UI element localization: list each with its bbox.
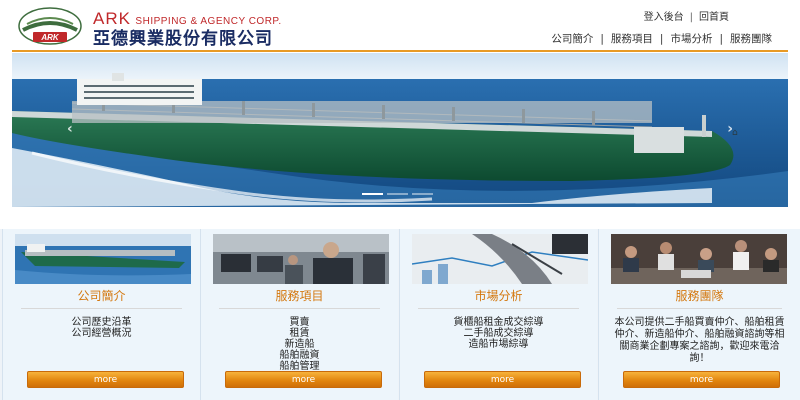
brand-name-zh: 亞德興業股份有限公司 (93, 29, 273, 49)
card-services: 服務項目 買賣 租賃 新造船 船舶融資 船舶管理 more (200, 229, 398, 400)
card-list: 公司歷史沿革 公司經營概況 (3, 317, 200, 339)
card-divider (617, 308, 782, 309)
slide-dots (362, 193, 433, 195)
more-button[interactable]: more (27, 371, 184, 388)
chevron-left-icon[interactable]: ‹ (67, 121, 73, 137)
company-logo: ARK (18, 7, 82, 45)
login-link[interactable]: 登入後台 (644, 12, 684, 23)
hero-banner: ⌂ ‹ › (12, 53, 788, 207)
nav-market[interactable]: 市場分析 (670, 33, 712, 45)
card-title: 市場分析 (474, 289, 523, 303)
card-title: 服務團隊 (675, 289, 724, 303)
chevron-right-icon[interactable]: › (727, 121, 733, 137)
card-list: 買賣 租賃 新造船 船舶融資 船舶管理 (201, 317, 398, 372)
slide-dot-2[interactable] (387, 193, 408, 195)
card-divider (21, 308, 182, 309)
more-button[interactable]: more (623, 371, 780, 388)
card-image-ship (15, 234, 191, 284)
card-divider (219, 308, 380, 309)
list-item[interactable]: 新造船 (201, 339, 398, 350)
top-links: 登入後台 | 回首頁 (643, 12, 729, 23)
main-nav: 公司簡介 | 服務項目 | 市場分析 | 服務團隊 (551, 33, 772, 45)
list-item[interactable]: 貨櫃船租金成交綜導 (400, 317, 597, 328)
card-divider (418, 308, 579, 309)
card-description: 本公司提供二手船買賣仲介、船舶租賃仲介、新造船仲介、船舶融資諮詢等相關商業企劃專… (614, 317, 785, 364)
feature-cards: 公司簡介 公司歷史沿革 公司經營概況 more 服務項目 買賣 租賃 新造船 船… (0, 229, 800, 400)
nav-about[interactable]: 公司簡介 (551, 33, 593, 45)
slide-dot-1[interactable] (362, 193, 383, 195)
slide-dot-3[interactable] (412, 193, 433, 195)
card-image-team (611, 234, 787, 284)
card-image-charts (412, 234, 588, 284)
nav-team[interactable]: 服務團隊 (730, 33, 772, 45)
more-button[interactable]: more (424, 371, 581, 388)
card-about: 公司簡介 公司歷史沿革 公司經營概況 more (2, 229, 200, 400)
page: ARK ARK SHIPPING & AGENCY CORP. 亞德興業股份有限… (0, 0, 800, 400)
list-item[interactable]: 二手船成交綜導 (400, 328, 597, 339)
header-divider (12, 50, 788, 52)
card-team: 服務團隊 本公司提供二手船買賣仲介、船舶租賃仲介、新造船仲介、船舶融資諮詢等相關… (598, 229, 800, 400)
list-item[interactable]: 買賣 (201, 317, 398, 328)
ship-photo: ⌂ (12, 53, 788, 207)
more-button[interactable]: more (225, 371, 382, 388)
home-link[interactable]: 回首頁 (699, 12, 729, 23)
list-item[interactable]: 公司歷史沿革 (3, 317, 200, 328)
nav-services[interactable]: 服務項目 (611, 33, 653, 45)
list-item[interactable]: 船舶融資 (201, 350, 398, 361)
card-title: 公司簡介 (77, 289, 126, 303)
card-list: 貨櫃船租金成交綜導 二手船成交綜導 造船市場綜導 (400, 317, 597, 350)
card-title: 服務項目 (275, 289, 324, 303)
logo-text: ARK (40, 33, 60, 42)
card-market: 市場分析 貨櫃船租金成交綜導 二手船成交綜導 造船市場綜導 more (399, 229, 597, 400)
header: ARK ARK SHIPPING & AGENCY CORP. 亞德興業股份有限… (0, 0, 800, 50)
list-item[interactable]: 公司經營概況 (3, 328, 200, 339)
card-image-office (213, 234, 389, 284)
list-item[interactable]: 造船市場綜導 (400, 339, 597, 350)
list-item[interactable]: 租賃 (201, 328, 398, 339)
